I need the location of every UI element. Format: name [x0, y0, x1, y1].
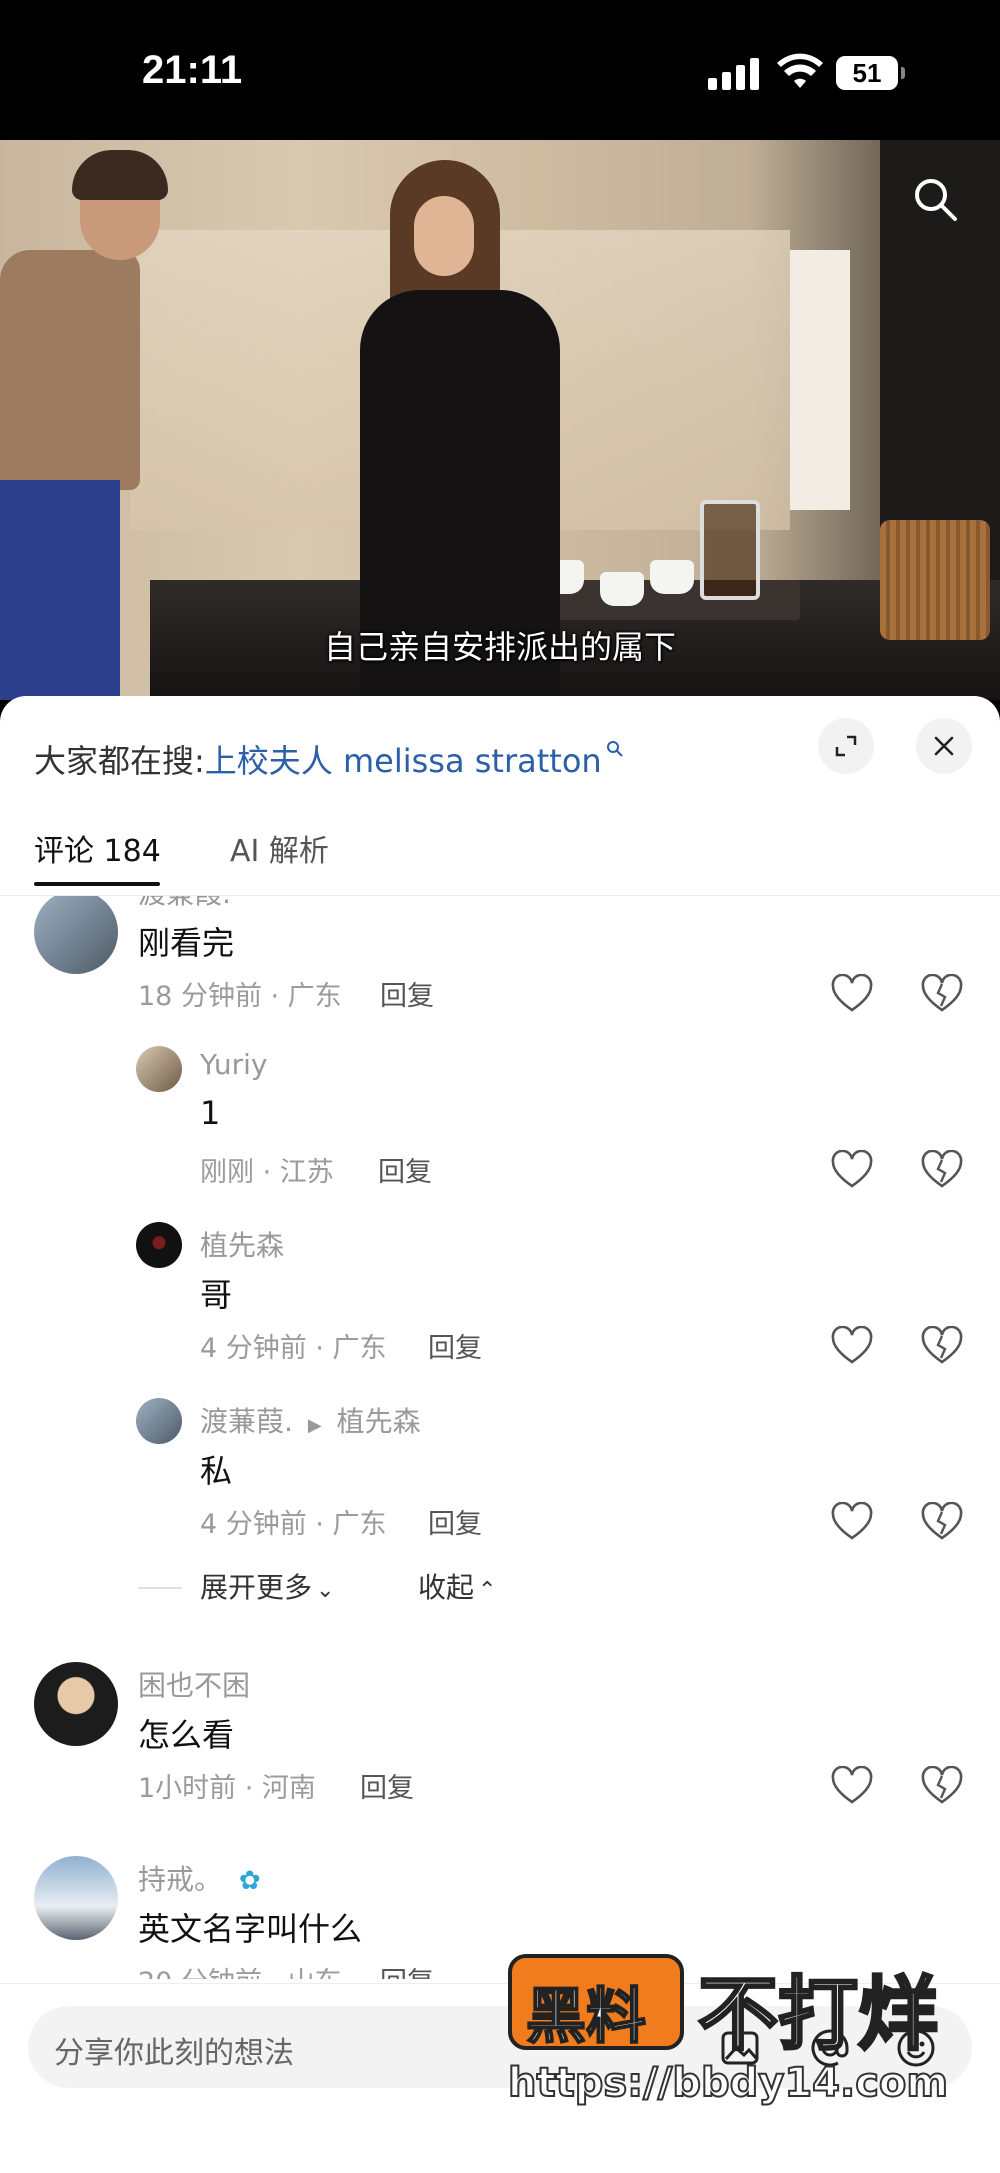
reply-button[interactable]: 回复	[380, 974, 434, 1013]
avatar[interactable]	[136, 1046, 182, 1092]
comment-author[interactable]: 持戒。	[138, 1863, 222, 1896]
tab-ai-analysis[interactable]: AI 解析	[230, 826, 329, 870]
chevron-up-icon: ⌃	[478, 1578, 497, 1603]
reply-author-line: 渡蒹葭. ▶ 植先森	[200, 1400, 421, 1440]
collapse-button[interactable]: 收起 ⌃	[418, 1566, 496, 1606]
dislike-broken-heart-icon[interactable]	[920, 1150, 964, 1190]
video-subtitle: 自己亲自安排派出的属下	[323, 628, 676, 666]
comment-list[interactable]: 渡兼葭. 刚看完 18 分钟前 · 广东 回复 Yuriy 1 刚刚 · 江苏 …	[0, 896, 1000, 1979]
status-time: 21:11	[142, 48, 243, 92]
avatar[interactable]	[34, 1662, 118, 1746]
video-scene-woman	[340, 160, 600, 700]
watermark-url: https://bbdy14.com	[507, 2059, 949, 2107]
cellular-signal-icon	[708, 58, 760, 90]
collapse-label: 收起	[418, 1571, 475, 1604]
comment-author[interactable]: 渡兼葭.	[138, 896, 231, 912]
reply-author[interactable]: Yuriy	[200, 1048, 268, 1081]
video-scene-man	[0, 150, 180, 700]
avatar[interactable]	[34, 896, 118, 974]
status-bar: 21:11 51	[0, 0, 1000, 140]
expand-sheet-button[interactable]	[818, 718, 874, 774]
comment-input-placeholder: 分享你此刻的想法	[54, 2036, 294, 2071]
avatar[interactable]	[136, 1222, 182, 1268]
like-heart-icon[interactable]	[830, 1326, 874, 1366]
video-scene-cup	[600, 572, 644, 606]
chevron-down-icon: ⌄	[316, 1578, 335, 1603]
reply-meta: 刚刚 · 江苏	[200, 1157, 334, 1188]
close-sheet-button[interactable]	[916, 718, 972, 774]
dislike-broken-heart-icon[interactable]	[920, 974, 964, 1014]
avatar[interactable]	[136, 1398, 182, 1444]
like-heart-icon[interactable]	[830, 1150, 874, 1190]
reply-button[interactable]: 回复	[378, 1150, 432, 1189]
reply-button[interactable]: 回复	[428, 1326, 482, 1365]
watermark-logo: 黑料 不打烊	[508, 1950, 978, 2070]
trending-search[interactable]: 大家都在搜:上校夫人 melissa stratton	[34, 736, 624, 796]
dolphin-badge-icon: ✿	[238, 1866, 261, 1896]
video-player[interactable]: 自己亲自安排派出的属下	[0, 140, 1000, 700]
expand-more-label: 展开更多	[200, 1571, 313, 1604]
dislike-broken-heart-icon[interactable]	[920, 1502, 964, 1542]
reply-button[interactable]: 回复	[360, 1766, 414, 1805]
reply-target[interactable]: 植先森	[337, 1405, 421, 1438]
like-heart-icon[interactable]	[830, 974, 874, 1014]
expand-more-button[interactable]: 展开更多 ⌄	[200, 1566, 334, 1606]
reply-author[interactable]: 植先森	[200, 1224, 284, 1264]
comment-meta: 20 分钟前 · 山东	[138, 1960, 342, 1979]
reply-meta: 4 分钟前 · 广东	[200, 1509, 387, 1540]
reply-text: 哥	[200, 1276, 233, 1314]
comment-text: 刚看完	[138, 924, 235, 962]
reply-text: 1	[200, 1094, 221, 1132]
wifi-icon	[777, 53, 823, 88]
tab-active-indicator	[34, 882, 160, 886]
comment-text: 英文名字叫什么	[138, 1910, 363, 1948]
comment-author[interactable]: 困也不困	[138, 1664, 250, 1704]
reply-button[interactable]: 回复	[428, 1502, 482, 1541]
video-scene-french-press	[700, 500, 760, 600]
tab-comments[interactable]: 评论 184	[34, 826, 161, 870]
avatar[interactable]	[34, 1856, 118, 1940]
comment-meta: 18 分钟前 · 广东	[138, 981, 342, 1012]
dislike-broken-heart-icon[interactable]	[920, 1326, 964, 1366]
like-heart-icon[interactable]	[830, 1502, 874, 1542]
expand-divider	[138, 1587, 182, 1589]
reply-text: 私	[200, 1452, 233, 1490]
search-icon[interactable]	[910, 174, 960, 224]
like-heart-icon[interactable]	[830, 1766, 874, 1806]
comment-meta: 1小时前 · 河南	[138, 1773, 316, 1804]
battery-icon: 51	[836, 56, 905, 90]
expand-icon	[835, 735, 857, 757]
watermark-badge: 黑料	[508, 1954, 684, 2053]
watermark-text: 不打烊	[697, 1967, 940, 2063]
video-scene-window	[790, 250, 850, 510]
video-scene-cup	[650, 560, 694, 594]
reply-button[interactable]: 回复	[380, 1960, 434, 1979]
reply-author[interactable]: 渡蒹葭.	[200, 1405, 293, 1438]
comment-tabs: 评论 184 AI 解析	[0, 816, 1000, 896]
small-search-icon	[606, 741, 623, 757]
reply-to-arrow-icon: ▶	[307, 1415, 322, 1436]
comment-text: 怎么看	[138, 1716, 235, 1754]
watermark-badge-text: 黑料	[525, 1981, 647, 2053]
reply-meta: 4 分钟前 · 广东	[200, 1333, 387, 1364]
close-icon	[934, 736, 954, 756]
trending-search-term[interactable]: 上校夫人 melissa stratton	[205, 742, 602, 780]
dislike-broken-heart-icon[interactable]	[920, 1766, 964, 1806]
comment-author-line: 持戒。 ✿	[138, 1858, 261, 1898]
trending-search-label: 大家都在搜:	[34, 742, 205, 780]
